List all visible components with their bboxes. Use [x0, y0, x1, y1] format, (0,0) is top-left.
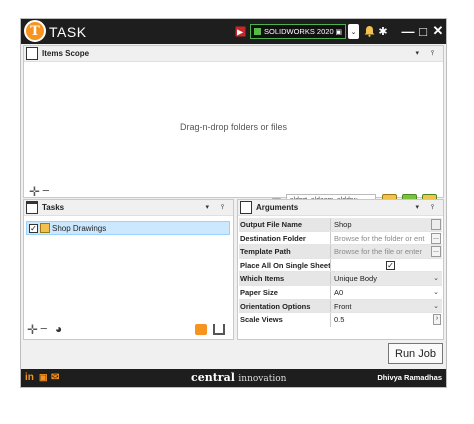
solidworks-version-select[interactable]: SOLIDWORKS 2020 ▣	[250, 24, 346, 39]
arguments-pin-icon[interactable]: ▾ ⫯	[415, 203, 439, 212]
which-items-select[interactable]: Unique Body ⌄	[331, 272, 442, 285]
arg-row-scale-views: Scale Views 0.5 ›	[239, 313, 442, 327]
remove-item-icon[interactable]: −	[42, 183, 50, 198]
footer-bar: in ▣ ✉ central innovation Dhivya Ramadha…	[21, 369, 446, 387]
globe-icon[interactable]: ◕	[55, 322, 62, 336]
destination-folder-input[interactable]: Browse for the folder or ent...	[331, 231, 442, 245]
shop-drawings-icon	[40, 223, 50, 233]
window-small-icon: ▣	[335, 28, 342, 36]
arg-name: Scale Views	[239, 313, 331, 327]
arg-row-place-all-single-sheet: Place All On Single Sheet ✓	[239, 258, 442, 273]
tasks-panel: Tasks ▾ ⫯ ✓ Shop Drawings ✛ − ◕	[23, 199, 234, 340]
app-title: TASK	[49, 24, 87, 40]
central-innovation-logo: central innovation	[191, 371, 287, 384]
mail-icon[interactable]: ✉	[51, 372, 59, 383]
task-settings-icon[interactable]	[213, 324, 225, 335]
drop-zone-hint[interactable]: Drag-n-drop folders or files	[24, 122, 443, 132]
output-file-option-box[interactable]	[431, 219, 441, 230]
orientation-options-select[interactable]: Front ⌄	[331, 299, 442, 313]
tasks-clipboard-icon	[26, 201, 38, 214]
bell-icon[interactable]	[363, 25, 375, 37]
scale-views-input[interactable]: 0.5 ›	[331, 313, 442, 327]
output-file-name-input[interactable]: Shop	[331, 218, 442, 231]
svg-text:▶: ▶	[237, 27, 244, 36]
arguments-header: Arguments ▾ ⫯	[238, 200, 443, 216]
add-task-icon[interactable]: ✛	[27, 322, 38, 338]
task-library-icon[interactable]	[195, 324, 207, 335]
arg-row-output-file-name: Output File Name Shop	[239, 218, 442, 232]
arg-row-template-path: Template Path Browse for the file or ent…	[239, 245, 442, 259]
arg-name: Template Path	[239, 245, 331, 258]
items-scope-icon	[26, 47, 38, 60]
arguments-grid: Output File Name Shop Destination Folder…	[239, 218, 442, 327]
task-item-shop-drawings[interactable]: ✓ Shop Drawings	[26, 221, 230, 235]
task-logo-icon: T	[24, 20, 46, 42]
arg-name: Output File Name	[239, 218, 331, 231]
remove-task-icon[interactable]: −	[40, 321, 48, 336]
linkedin-icon[interactable]: in	[25, 372, 34, 383]
arg-name: Which Items	[239, 272, 331, 285]
scale-spinner-button[interactable]: ›	[433, 314, 441, 326]
arg-name: Destination Folder	[239, 231, 331, 245]
arg-name: Paper Size	[239, 285, 331, 299]
chevron-down-icon: ⌄	[433, 288, 439, 296]
sw-exit-icon[interactable]: ▶	[234, 25, 246, 37]
close-button[interactable]: ✕	[431, 22, 445, 40]
gear-icon[interactable]: ✱	[377, 25, 389, 38]
arg-row-which-items: Which Items Unique Body ⌄	[239, 272, 442, 286]
solidworks-icon	[254, 28, 261, 35]
arguments-title: Arguments	[256, 203, 299, 212]
items-scope-header: Items Scope ▾ ⫯	[24, 46, 443, 62]
add-item-icon[interactable]: ✛	[29, 184, 40, 200]
chevron-down-icon: ⌄	[433, 275, 439, 283]
version-dropdown-chevron-icon[interactable]: ⌄	[348, 24, 359, 39]
minimize-button[interactable]: —	[401, 22, 415, 40]
arg-name: Place All On Single Sheet	[240, 258, 331, 272]
arg-name: Orientation Options	[239, 299, 331, 313]
youtube-icon[interactable]: ▣	[39, 372, 48, 383]
browse-folder-button[interactable]: ...	[431, 232, 441, 244]
tasks-header: Tasks ▾ ⫯	[24, 200, 233, 216]
tasks-pin-icon[interactable]: ▾ ⫯	[205, 203, 229, 212]
arg-row-paper-size: Paper Size A0 ⌄	[239, 285, 442, 300]
version-select-label: SOLIDWORKS 2020	[264, 27, 334, 36]
task-app-window: T TASK ▶ SOLIDWORKS 2020 ▣ ⌄ ✱ — □ ✕ Ite…	[20, 18, 447, 388]
arguments-panel: Arguments ▾ ⫯ Output File Name Shop Dest…	[237, 199, 444, 340]
chevron-down-icon: ⌄	[433, 302, 439, 310]
place-all-single-sheet-field: ✓	[331, 258, 442, 272]
browse-file-button[interactable]: ...	[431, 246, 441, 258]
user-name: Dhivya Ramadhas	[377, 373, 442, 382]
place-all-single-sheet-checkbox[interactable]: ✓	[386, 260, 395, 270]
template-path-input[interactable]: Browse for the file or enter...	[331, 245, 442, 258]
paper-size-select[interactable]: A0 ⌄	[331, 285, 442, 299]
items-scope-title: Items Scope	[42, 49, 90, 58]
panel-pin-icon[interactable]: ▾ ⫯	[415, 49, 439, 58]
arg-row-destination-folder: Destination Folder Browse for the folder…	[239, 231, 442, 246]
title-bar: T TASK ▶ SOLIDWORKS 2020 ▣ ⌄ ✱ — □ ✕	[21, 19, 446, 44]
items-scope-panel: Items Scope ▾ ⫯ Drag-n-drop folders or f…	[23, 45, 444, 210]
maximize-button[interactable]: □	[416, 22, 430, 40]
arg-row-orientation-options: Orientation Options Front ⌄	[239, 299, 442, 314]
task-label: Shop Drawings	[52, 223, 107, 233]
task-checkbox[interactable]: ✓	[29, 223, 38, 233]
tasks-title: Tasks	[42, 203, 65, 212]
arguments-icon	[240, 201, 252, 214]
run-job-button[interactable]: Run Job	[388, 343, 443, 364]
